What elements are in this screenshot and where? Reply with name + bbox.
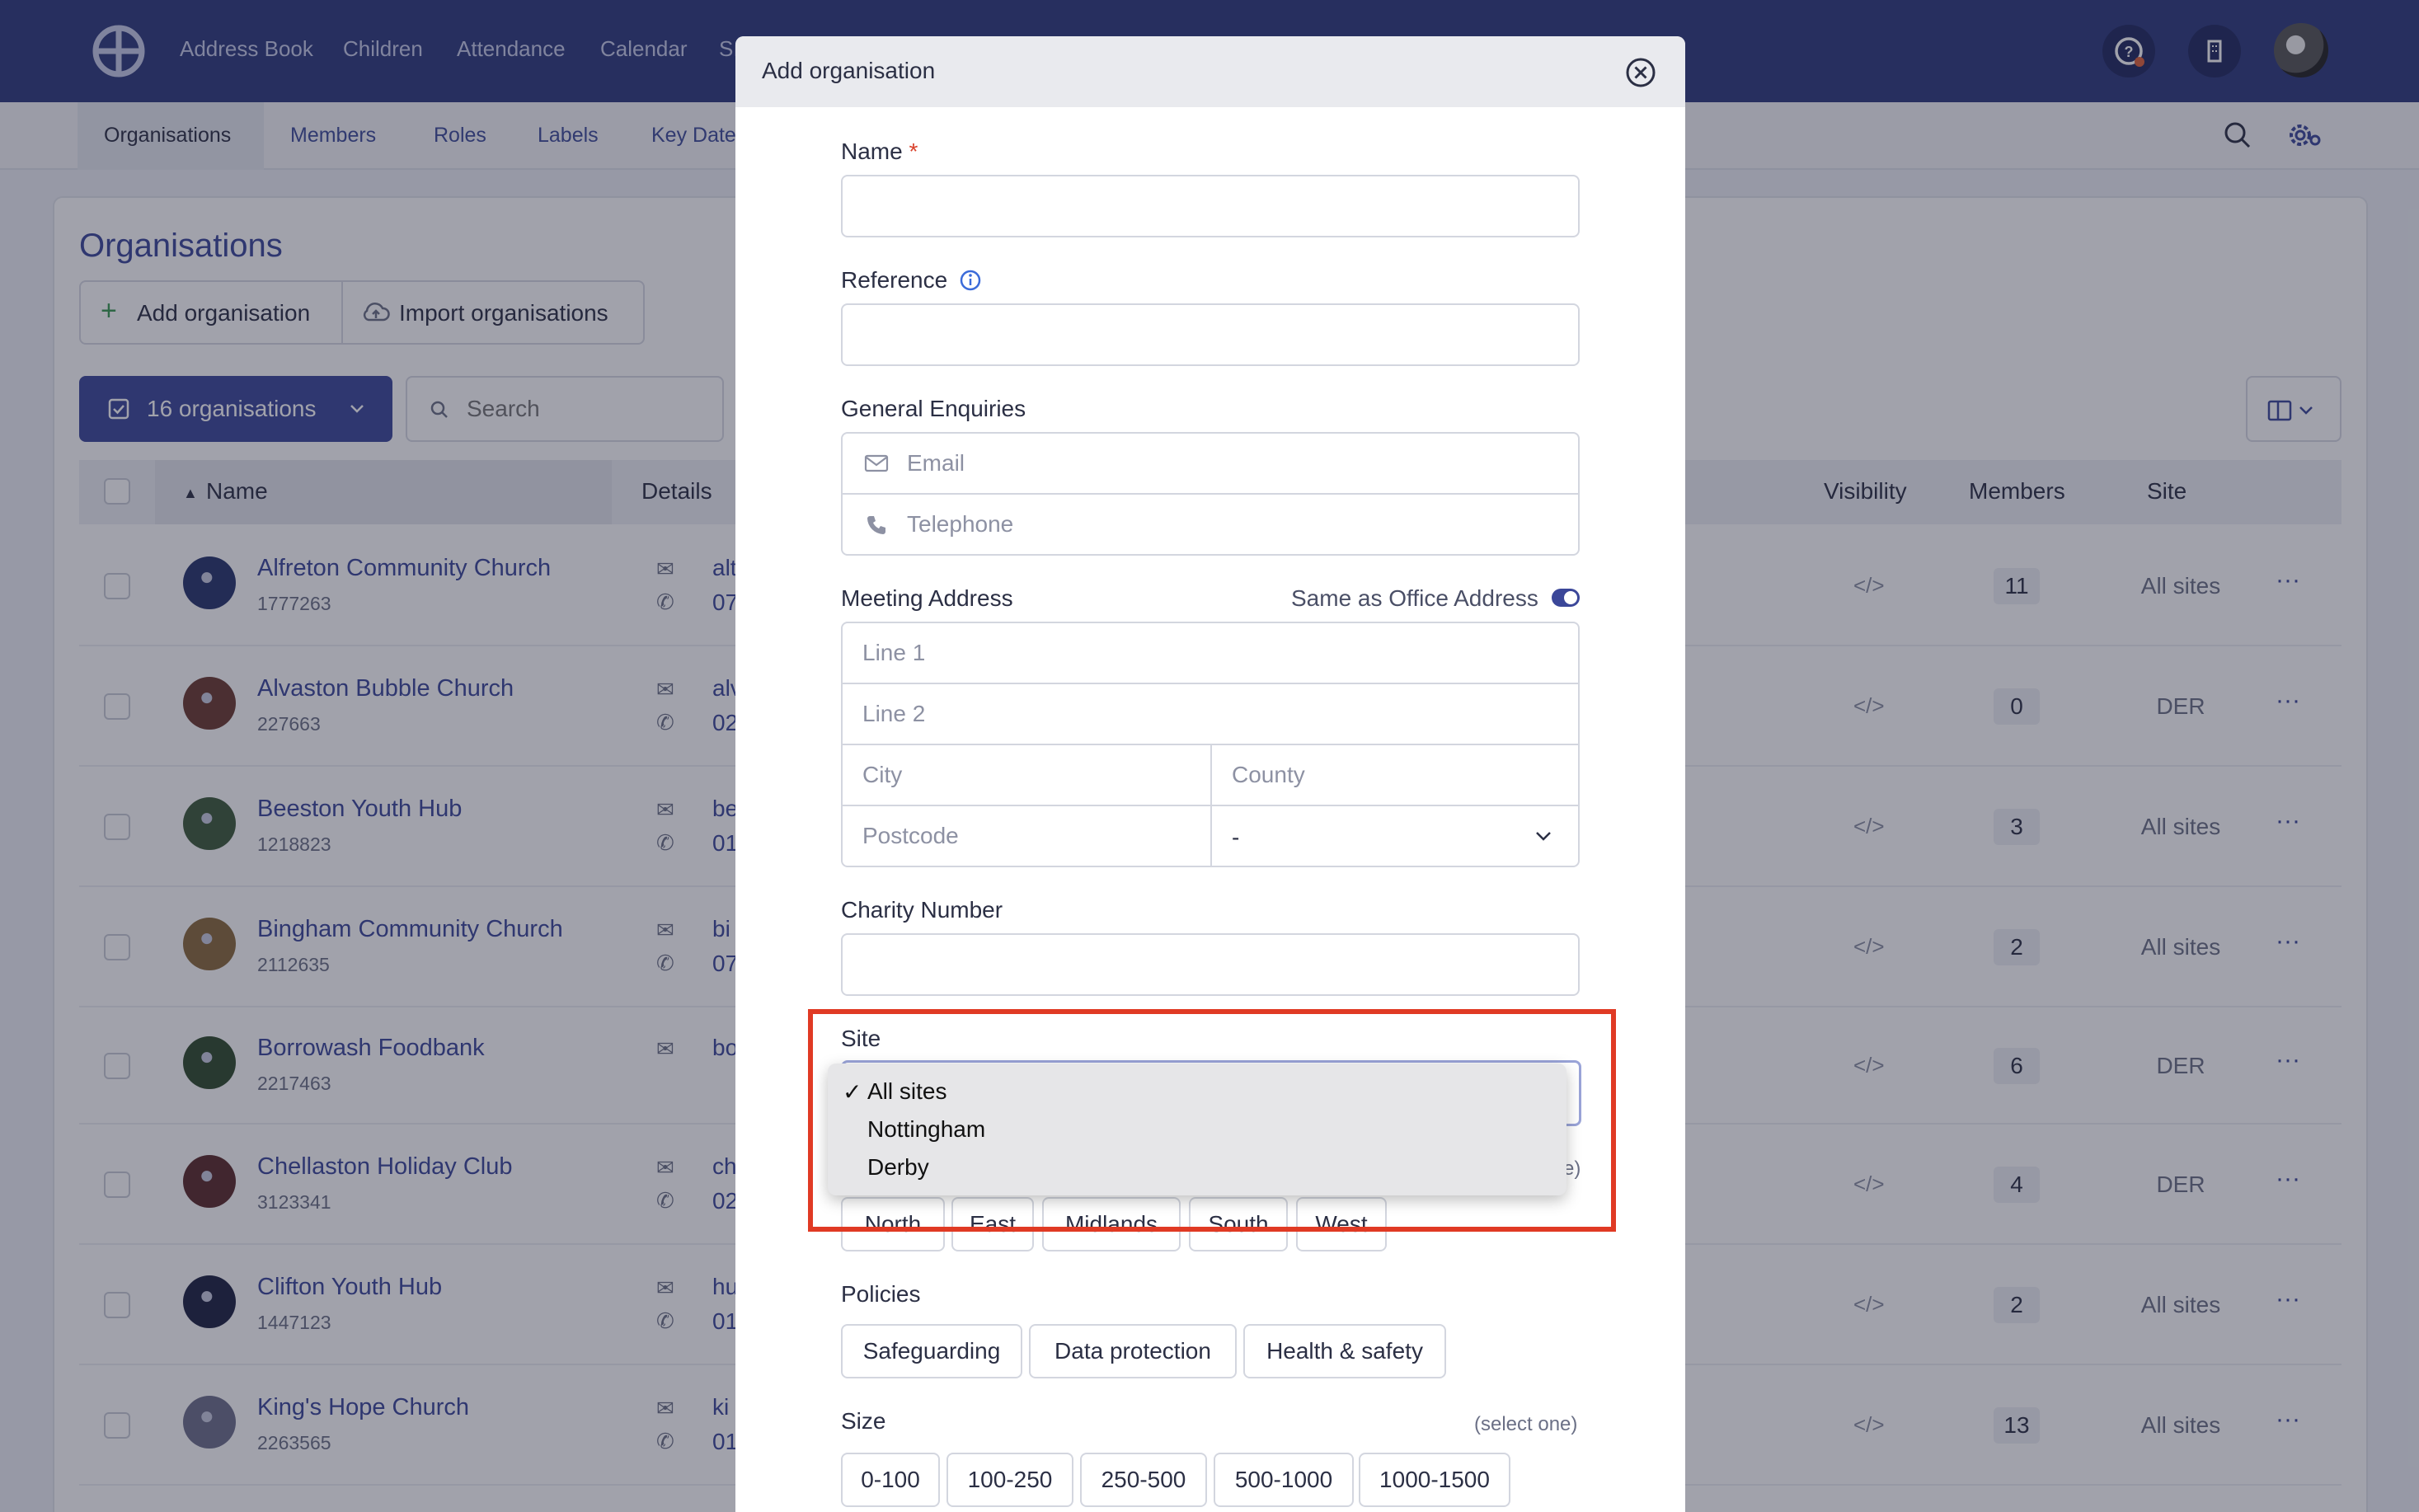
name-input[interactable] (862, 176, 1558, 236)
reference-label: Reference (841, 267, 948, 293)
meeting-address-group: - (841, 622, 1580, 867)
county-input[interactable] (1232, 745, 1562, 805)
meeting-address-label: Meeting Address (841, 585, 1013, 611)
country-select-value: - (1232, 824, 1240, 850)
line2-input[interactable] (862, 684, 1558, 744)
city-input[interactable] (862, 745, 1192, 805)
chevron-down-icon (1536, 832, 1551, 841)
policy-chip-data-protection[interactable]: Data protection (1029, 1324, 1237, 1378)
size-chip-500-1000[interactable]: 500-1000 (1214, 1453, 1354, 1507)
phone-icon (867, 516, 885, 534)
size-chip-250-500[interactable]: 250-500 (1080, 1453, 1207, 1507)
size-chip-0-100[interactable]: 0-100 (841, 1453, 940, 1507)
country-select[interactable]: - (1212, 806, 1578, 866)
name-label: Name * (841, 139, 918, 165)
reference-input[interactable] (862, 305, 1558, 364)
size-hint: (select one) (1474, 1413, 1578, 1435)
telephone-input[interactable] (907, 495, 1558, 554)
postcode-input[interactable] (862, 806, 1192, 866)
policy-chip-safeguarding[interactable]: Safeguarding (841, 1324, 1022, 1378)
name-field[interactable] (841, 175, 1580, 237)
name-label-text: Name (841, 139, 903, 164)
charity-number-input[interactable] (862, 935, 1558, 994)
modal-title: Add organisation (762, 58, 936, 83)
general-enquiries-group (841, 432, 1580, 556)
policies-label: Policies (841, 1281, 921, 1307)
modal-header: Add organisation (735, 36, 1685, 107)
mail-icon (864, 454, 889, 472)
close-icon[interactable] (1624, 56, 1657, 89)
charity-number-field[interactable] (841, 933, 1580, 996)
size-label: Size (841, 1408, 886, 1434)
same-as-office-label: Same as Office Address (1291, 585, 1538, 611)
info-icon[interactable] (958, 268, 983, 293)
email-input[interactable] (907, 434, 1558, 493)
reference-field[interactable] (841, 303, 1580, 366)
policy-chip-health-safety[interactable]: Health & safety (1243, 1324, 1446, 1378)
highlight-annotation-box (808, 1009, 1616, 1232)
line1-input[interactable] (862, 623, 1558, 683)
size-chip-1000-1500[interactable]: 1000-1500 (1359, 1453, 1510, 1507)
required-mark: * (909, 139, 918, 164)
charity-number-label: Charity Number (841, 897, 1003, 923)
general-enquiries-label: General Enquiries (841, 396, 1026, 421)
size-chip-100-250[interactable]: 100-250 (946, 1453, 1073, 1507)
same-as-office-toggle[interactable] (1552, 589, 1580, 607)
